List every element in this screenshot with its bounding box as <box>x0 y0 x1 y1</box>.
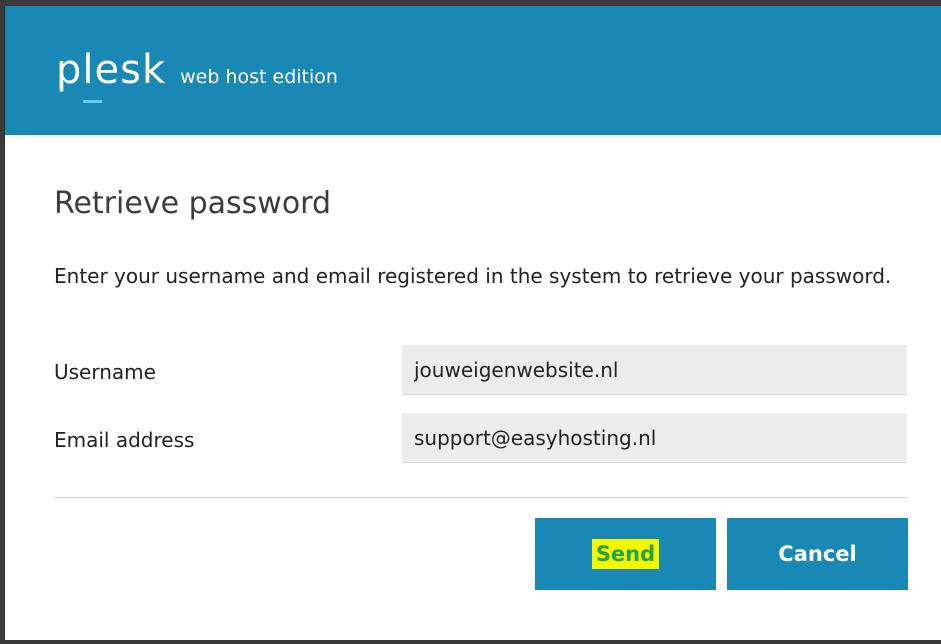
logo-edition: web host edition <box>180 66 338 88</box>
send-button-label: Send <box>591 539 660 569</box>
logo-word: plesk <box>56 47 167 93</box>
form-divider <box>54 497 908 498</box>
cancel-button[interactable]: Cancel <box>727 518 908 590</box>
page-title: Retrieve password <box>54 186 332 221</box>
email-label: Email address <box>54 428 195 452</box>
page-description: Enter your username and email registered… <box>54 264 892 288</box>
username-input[interactable] <box>402 345 907 395</box>
username-label: Username <box>54 360 156 384</box>
header-bar: plesk web host edition <box>5 6 941 135</box>
email-input[interactable] <box>402 413 907 463</box>
plesk-logo: plesk web host edition <box>56 47 338 103</box>
send-button[interactable]: Send <box>535 518 716 590</box>
logo-underline-accent <box>83 100 102 103</box>
retrieve-password-dialog: plesk web host edition Retrieve password… <box>4 6 941 640</box>
